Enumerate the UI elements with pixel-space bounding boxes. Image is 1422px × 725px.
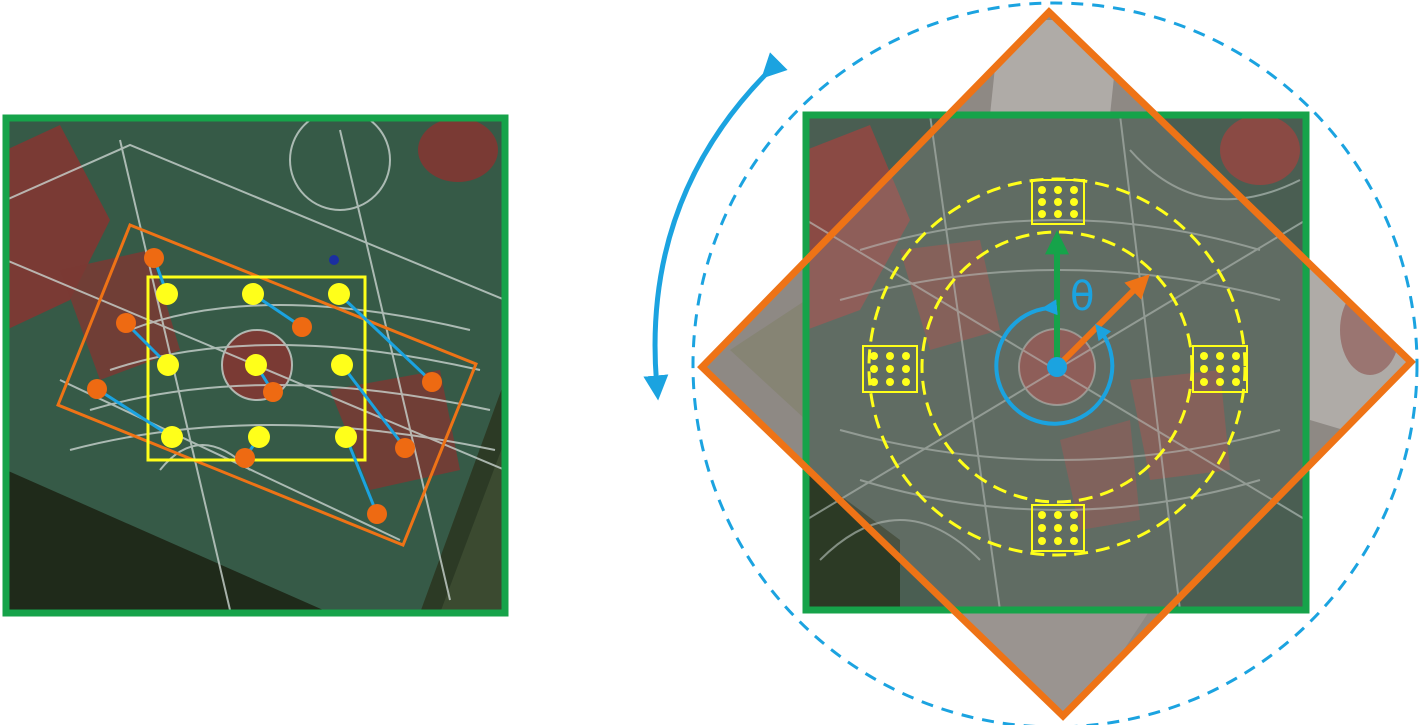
rotation-center [1047,357,1067,377]
theta-label: θ [1070,274,1094,320]
sampling-patch-bottom [1031,504,1085,552]
rotation-invariant-matching-figure: θ [2,1,1419,725]
